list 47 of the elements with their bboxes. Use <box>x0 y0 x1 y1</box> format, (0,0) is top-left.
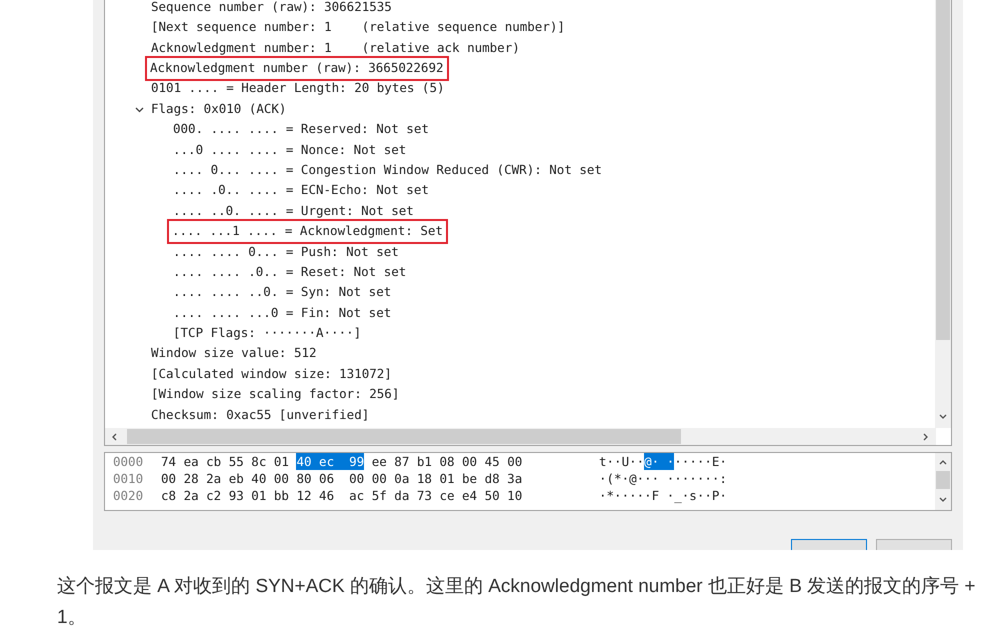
vertical-scrollbar[interactable] <box>935 0 951 428</box>
ascii-text[interactable]: @· · <box>644 453 674 470</box>
tree-item[interactable]: ...0 .... .... = Nonce: Not set <box>173 140 406 160</box>
scroll-thumb[interactable] <box>936 471 950 489</box>
ascii-text[interactable]: ·····E· <box>674 453 727 470</box>
ascii-text[interactable]: ·(*·@··· ·······: <box>599 470 727 487</box>
hex-bytes[interactable]: 40 ec 99 <box>296 453 364 470</box>
ascii-text[interactable]: t··U·· <box>599 453 644 470</box>
tree-item[interactable]: .... 0... .... = Congestion Window Reduced (CWR): Not set <box>173 160 602 180</box>
tree-item[interactable]: [TCP Flags: ·······A····] <box>173 324 362 343</box>
tree-item[interactable]: .... ...1 .... = Acknowledgment: Set <box>169 221 446 242</box>
vertical-scrollbar[interactable] <box>935 453 951 510</box>
hex-bytes[interactable]: 00 28 2a eb 40 00 80 06 00 00 0a 18 01 be d8 3a <box>161 470 522 487</box>
tree-item[interactable]: [Window size scaling factor: 256] <box>151 385 400 404</box>
hex-bytes[interactable]: ee 87 b1 08 00 45 00 <box>364 453 522 470</box>
tree-item[interactable]: .... .... ...0 = Fin: Not set <box>173 304 392 322</box>
tree-item[interactable]: .... ..0. .... = Urgent: Not set <box>173 202 414 220</box>
tree-item[interactable]: [Next sequence number: 1 (relative sequence number)] <box>151 18 565 37</box>
scroll-down-icon[interactable] <box>939 497 947 503</box>
tree-item[interactable]: 0101 .... = Header Length: 20 bytes (5) <box>151 79 444 98</box>
horizontal-scrollbar[interactable] <box>105 428 936 445</box>
scroll-thumb[interactable] <box>936 0 950 340</box>
ascii-text[interactable]: ·*·····F ·_·s··P· <box>599 487 727 504</box>
offset-label: 0010 <box>113 470 144 487</box>
tree-item[interactable]: .... .... 0... = Push: Not set <box>173 242 399 262</box>
scroll-up-icon[interactable] <box>939 459 947 465</box>
tree-item[interactable]: .... .... ..0. = Syn: Not set <box>173 283 392 302</box>
caption-paragraph: 这个报文是 A 对收到的 SYN+ACK 的确认。这里的 Acknowledgment number 也正好是 B 发送的报文的序号 + 1。 <box>57 575 977 630</box>
scroll-right-icon[interactable] <box>923 433 929 441</box>
tree-item[interactable]: Acknowledgment number (raw): 3665022692 <box>147 58 446 79</box>
tree-item[interactable]: Flags: 0x010 (ACK) <box>151 100 286 119</box>
tree-item[interactable]: Acknowledgment number: 1 (relative ack number) <box>151 38 520 58</box>
scroll-down-icon[interactable] <box>939 414 947 420</box>
tree-item[interactable]: Checksum: 0xac55 [unverified] <box>151 406 370 424</box>
tree-item[interactable]: .... .... .0.. = Reset: Not set <box>173 262 406 282</box>
tree-item[interactable]: Window size value: 512 <box>151 344 317 364</box>
hex-bytes[interactable]: 74 ea cb 55 8c 01 <box>161 453 296 470</box>
scroll-thumb[interactable] <box>127 429 681 444</box>
scroll-left-icon[interactable] <box>111 433 117 441</box>
chevron-down-icon[interactable] <box>135 104 144 114</box>
tree-item[interactable]: .... .0.. .... = ECN-Echo: Not set <box>173 181 429 200</box>
tree-item[interactable]: [Calculated window size: 131072] <box>151 364 392 384</box>
tree-item[interactable]: 000. .... .... = Reserved: Not set <box>173 120 429 139</box>
tree-item[interactable]: Sequence number (raw): 306621535 <box>151 0 392 17</box>
hex-bytes[interactable]: c8 2a c2 93 01 bb 12 46 ac 5f da 73 ce e4 50 10 <box>161 487 522 504</box>
offset-label: 0020 <box>113 487 144 504</box>
offset-label: 0000 <box>113 453 144 470</box>
